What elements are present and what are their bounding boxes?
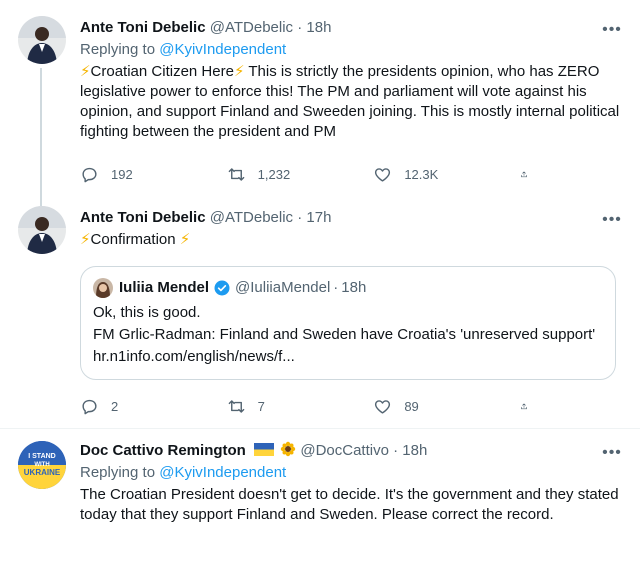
reply-icon: [82, 167, 97, 182]
share-icon: [521, 171, 527, 177]
share-icon: [521, 403, 527, 409]
heart-icon: [375, 167, 391, 182]
quoted-author-handle: @IuliiaMendel: [235, 279, 331, 296]
mention-link[interactable]: @KyivIndependent: [159, 41, 286, 58]
author-name[interactable]: Ante Toni Debelic: [80, 19, 206, 36]
tweet-text: ⚡Confirmation ⚡: [80, 230, 622, 250]
reply-button[interactable]: 192: [80, 164, 190, 184]
thread-line: [40, 68, 42, 200]
quoted-tweet-text: Ok, this is good. FM Grlic-Radman: Finla…: [93, 302, 603, 368]
more-options-icon[interactable]: •••: [602, 210, 622, 230]
quoted-avatar: [93, 278, 113, 298]
author-handle[interactable]: @ATDebelic: [210, 209, 293, 226]
share-button[interactable]: [520, 396, 540, 416]
share-button[interactable]: [520, 164, 540, 184]
retweet-icon: [228, 399, 244, 413]
separator-dot: ·: [333, 279, 339, 296]
like-button[interactable]: 12.3K: [373, 164, 483, 184]
quoted-text-line: Ok, this is good.: [93, 304, 201, 321]
tweet-text-lead: Croatian Citizen Here: [90, 63, 234, 80]
replying-to-line: Replying to @KyivIndependent: [80, 40, 622, 60]
lightning-icon: ⚡: [80, 231, 91, 248]
tweet-text: The Croatian President doesn't get to de…: [80, 486, 619, 523]
avatar[interactable]: I STAND WITH UKRAINE: [18, 441, 66, 489]
retweet-count: 7: [257, 398, 265, 414]
replying-to-label: Replying to: [80, 464, 160, 481]
more-options-icon[interactable]: •••: [602, 20, 622, 40]
author-name[interactable]: Doc Cattivo Remington: [80, 442, 246, 459]
retweet-icon: [228, 167, 244, 181]
retweet-button[interactable]: 1,232: [227, 164, 337, 184]
retweet-count: 1,232: [257, 166, 291, 182]
quoted-text-line: FM Grlic-Radman: Finland and Sweden have…: [93, 326, 596, 365]
tweet[interactable]: Ante Toni Debelic @ATDebelic · 17h ⚡Conf…: [0, 200, 640, 428]
verified-badge-icon: [214, 280, 230, 296]
like-count: 89: [404, 398, 419, 414]
lightning-icon: ⚡: [80, 63, 91, 80]
avatar-text: I STAND: [28, 453, 55, 460]
sunflower-icon: [280, 441, 296, 457]
tweet-actions: 2 7 89: [80, 396, 540, 416]
lightning-icon: ⚡: [179, 231, 191, 248]
heart-icon: [375, 399, 391, 414]
replying-to-label: Replying to: [80, 41, 160, 58]
reply-icon: [82, 399, 97, 414]
tweet-text-lead: Confirmation: [90, 231, 176, 248]
tweet-feed: Ante Toni Debelic @ATDebelic · 18h Reply…: [0, 0, 640, 564]
mention-link[interactable]: @KyivIndependent: [159, 464, 286, 481]
tweet-text: ⚡Croatian Citizen Here⚡ This is strictly…: [80, 62, 622, 142]
timestamp[interactable]: 18h: [402, 442, 427, 459]
like-button[interactable]: 89: [373, 396, 483, 416]
separator-dot: ·: [297, 209, 303, 226]
replying-to-line: Replying to @KyivIndependent: [80, 463, 622, 483]
separator-dot: ·: [393, 442, 399, 459]
tweet[interactable]: Ante Toni Debelic @ATDebelic · 18h Reply…: [0, 0, 640, 200]
timestamp[interactable]: 17h: [306, 209, 331, 226]
avatar-text: UKRAINE: [24, 468, 61, 477]
reply-button[interactable]: 2: [80, 396, 190, 416]
lightning-icon: ⚡: [233, 63, 245, 80]
quoted-timestamp: 18h: [341, 279, 367, 296]
quoted-tweet-header: Iuliia Mendel @IuliiaMendel · 18h: [93, 278, 603, 298]
more-options-icon[interactable]: •••: [602, 443, 622, 463]
reply-count: 2: [111, 398, 119, 414]
tweet-actions: 192 1,232 12.3K: [80, 164, 540, 184]
author-name[interactable]: Ante Toni Debelic: [80, 209, 206, 226]
author-handle[interactable]: @DocCattivo: [300, 442, 389, 459]
quoted-author-name: Iuliia Mendel: [119, 279, 210, 296]
ukraine-flag-icon: [254, 443, 275, 456]
avatar[interactable]: [18, 206, 66, 254]
tweet-header: Ante Toni Debelic @ATDebelic · 18h: [80, 18, 622, 38]
tweet-header: Doc Cattivo Remington @DocCattivo · 18h: [80, 441, 622, 461]
tweet-header: Ante Toni Debelic @ATDebelic · 17h: [80, 208, 622, 228]
avatar[interactable]: [18, 16, 66, 64]
author-handle[interactable]: @ATDebelic: [210, 19, 293, 36]
separator-dot: ·: [297, 19, 303, 36]
quoted-tweet[interactable]: Iuliia Mendel @IuliiaMendel · 18h Ok, th…: [80, 266, 616, 380]
like-count: 12.3K: [404, 166, 439, 182]
tweet[interactable]: I STAND WITH UKRAINE Doc Cattivo Remingt…: [0, 429, 640, 564]
retweet-button[interactable]: 7: [227, 396, 337, 416]
reply-count: 192: [111, 166, 133, 182]
timestamp[interactable]: 18h: [306, 19, 331, 36]
